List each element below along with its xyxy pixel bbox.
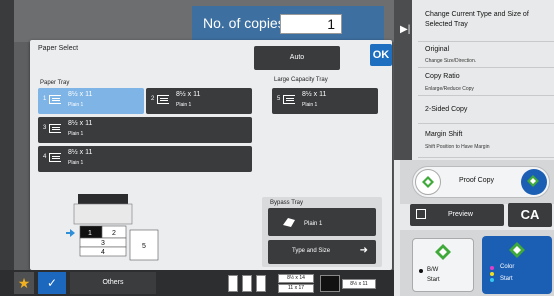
paper-tray-label: Paper Tray [40, 80, 70, 86]
diagram-label-1: 1 [88, 230, 92, 237]
tray-type: Plain 1 [68, 160, 84, 166]
menu-item-sub: Shift Position to Have Margin [425, 144, 490, 150]
check-icon[interactable]: ✓ [38, 272, 66, 294]
tray-size: 8½ x 11 [68, 149, 93, 156]
bw-label: B/W [427, 267, 439, 273]
tray-icon [283, 95, 295, 104]
tray-4-button[interactable]: 4 8½ x 11 Plain 1 [38, 146, 252, 172]
tray-icon [157, 95, 169, 104]
tray-type: Plain 1 [68, 131, 84, 137]
menu-copy-ratio[interactable]: Copy Ratio Enlarge/Reduce Copy [418, 68, 554, 96]
type-and-size-label: Type and Size [292, 248, 331, 254]
tray-2-button[interactable]: 2 8½ x 11 Plain 1 [146, 88, 252, 114]
tray-status-icon [228, 275, 238, 292]
menu-original[interactable]: Original Change Size/Direction. [418, 42, 554, 68]
proof-copy-label: Proof Copy [459, 177, 495, 184]
selected-tray-arrow-icon [66, 229, 75, 237]
preview-label: Preview [448, 211, 473, 218]
diagram-label-3: 3 [101, 240, 105, 247]
arrow-right-icon: ➜ [359, 245, 368, 256]
menu-item-sub: Enlarge/Reduce Copy [425, 86, 474, 92]
tray-icon [49, 153, 61, 162]
tray-number: 2 [151, 96, 155, 102]
tray-number: 4 [43, 154, 47, 160]
bw-dot-icon [419, 269, 423, 273]
menu-item-title: Original [425, 46, 450, 53]
auto-button[interactable]: Auto [254, 46, 340, 70]
diagram-label-2: 2 [112, 230, 116, 237]
bypass-tray-label: Bypass Tray [270, 200, 304, 206]
bw-start-button[interactable]: B/W Start [412, 238, 474, 292]
tray-size: 8½ x 11 [68, 91, 93, 98]
bypass-tray-icon [283, 218, 295, 227]
printer-body [73, 203, 133, 225]
ca-button[interactable]: CA [508, 203, 552, 227]
printer-diagram: 1 2 3 4 5 [66, 194, 159, 261]
menu-2-sided-copy[interactable]: 2-Sided Copy [418, 96, 554, 124]
preview-icon [416, 209, 426, 219]
green-diamond-icon [509, 242, 525, 258]
diagram-label-4: 4 [101, 249, 105, 256]
tray-status-icon [320, 275, 340, 292]
menu-item-title: Change Current Type and Size of Selected… [425, 11, 529, 28]
green-diamond-icon [435, 244, 451, 260]
paper-size-3: 8½ x 11 [342, 279, 376, 289]
tray-icon [49, 124, 61, 133]
others-button[interactable]: Others [70, 272, 156, 294]
proof-copy-button[interactable]: Proof Copy [412, 166, 550, 198]
green-diamond-icon [527, 175, 539, 187]
tray-type: Plain 1 [68, 102, 84, 108]
tray-size: 8½ x 11 [68, 120, 93, 127]
color-dot-magenta-icon [490, 266, 494, 270]
bw-start-label: Start [427, 277, 440, 283]
tray-type: Plain 1 [176, 102, 192, 108]
color-label: Color [500, 264, 515, 270]
tray-number: 1 [43, 96, 47, 102]
ok-button[interactable]: OK [370, 44, 392, 66]
tray-status-icon [242, 275, 252, 292]
paper-size-2: 11 x 17 [278, 284, 314, 293]
tray-type: Plain 1 [302, 102, 318, 108]
menu-item-sub: Change Size/Direction. [425, 58, 477, 64]
menu-item-title: Copy Ratio [425, 73, 460, 80]
favorite-star-icon[interactable]: ★ [14, 272, 34, 294]
menu-item-title: Margin Shift [425, 131, 463, 138]
color-dot-yellow-icon [490, 272, 494, 276]
tray-3-button[interactable]: 3 8½ x 11 Plain 1 [38, 117, 252, 143]
bypass-type: Plain 1 [304, 221, 323, 227]
menu-margin-shift[interactable]: Margin Shift Shift Position to Have Marg… [418, 124, 554, 158]
proof-right-circle [521, 169, 547, 195]
copies-label: No. of copies [203, 15, 285, 31]
paper-size-1: 8½ x 14 [278, 274, 314, 283]
menu-change-tray[interactable]: Change Current Type and Size of Selected… [418, 0, 554, 42]
tray-number: 3 [43, 125, 47, 131]
color-start-button[interactable]: Color Start [482, 236, 552, 294]
tray-status-icon [256, 275, 266, 292]
tray-size: 8½ x 11 [302, 91, 327, 98]
type-and-size-button[interactable]: Type and Size ➜ [268, 240, 376, 264]
dialog-title: Paper Select [38, 45, 79, 52]
tray-size: 8½ x 11 [176, 91, 201, 98]
color-dot-cyan-icon [490, 278, 494, 282]
proof-left-circle [415, 169, 441, 195]
left-edge [0, 0, 14, 296]
bypass-tray-button[interactable]: Plain 1 [268, 208, 376, 236]
green-diamond-icon [422, 176, 434, 188]
paper-status-strip: 8½ x 14 11 x 17 8½ x 11 [224, 273, 392, 294]
copies-input[interactable]: 1 [280, 14, 342, 34]
diagram-label-5: 5 [142, 243, 146, 250]
tray-icon [49, 95, 61, 104]
color-start-label: Start [500, 276, 513, 282]
tray-5-button[interactable]: 5 8½ x 11 Plain 1 [272, 88, 378, 114]
tray-number: 5 [277, 96, 281, 102]
menu-item-title: 2-Sided Copy [425, 106, 468, 113]
collapse-arrow-icon[interactable]: ▶| [400, 24, 410, 35]
preview-button[interactable]: Preview [410, 204, 504, 226]
tray-1-button[interactable]: 1 8½ x 11 Plain 1 [38, 88, 144, 114]
large-capacity-label: Large Capacity Tray [274, 77, 328, 83]
